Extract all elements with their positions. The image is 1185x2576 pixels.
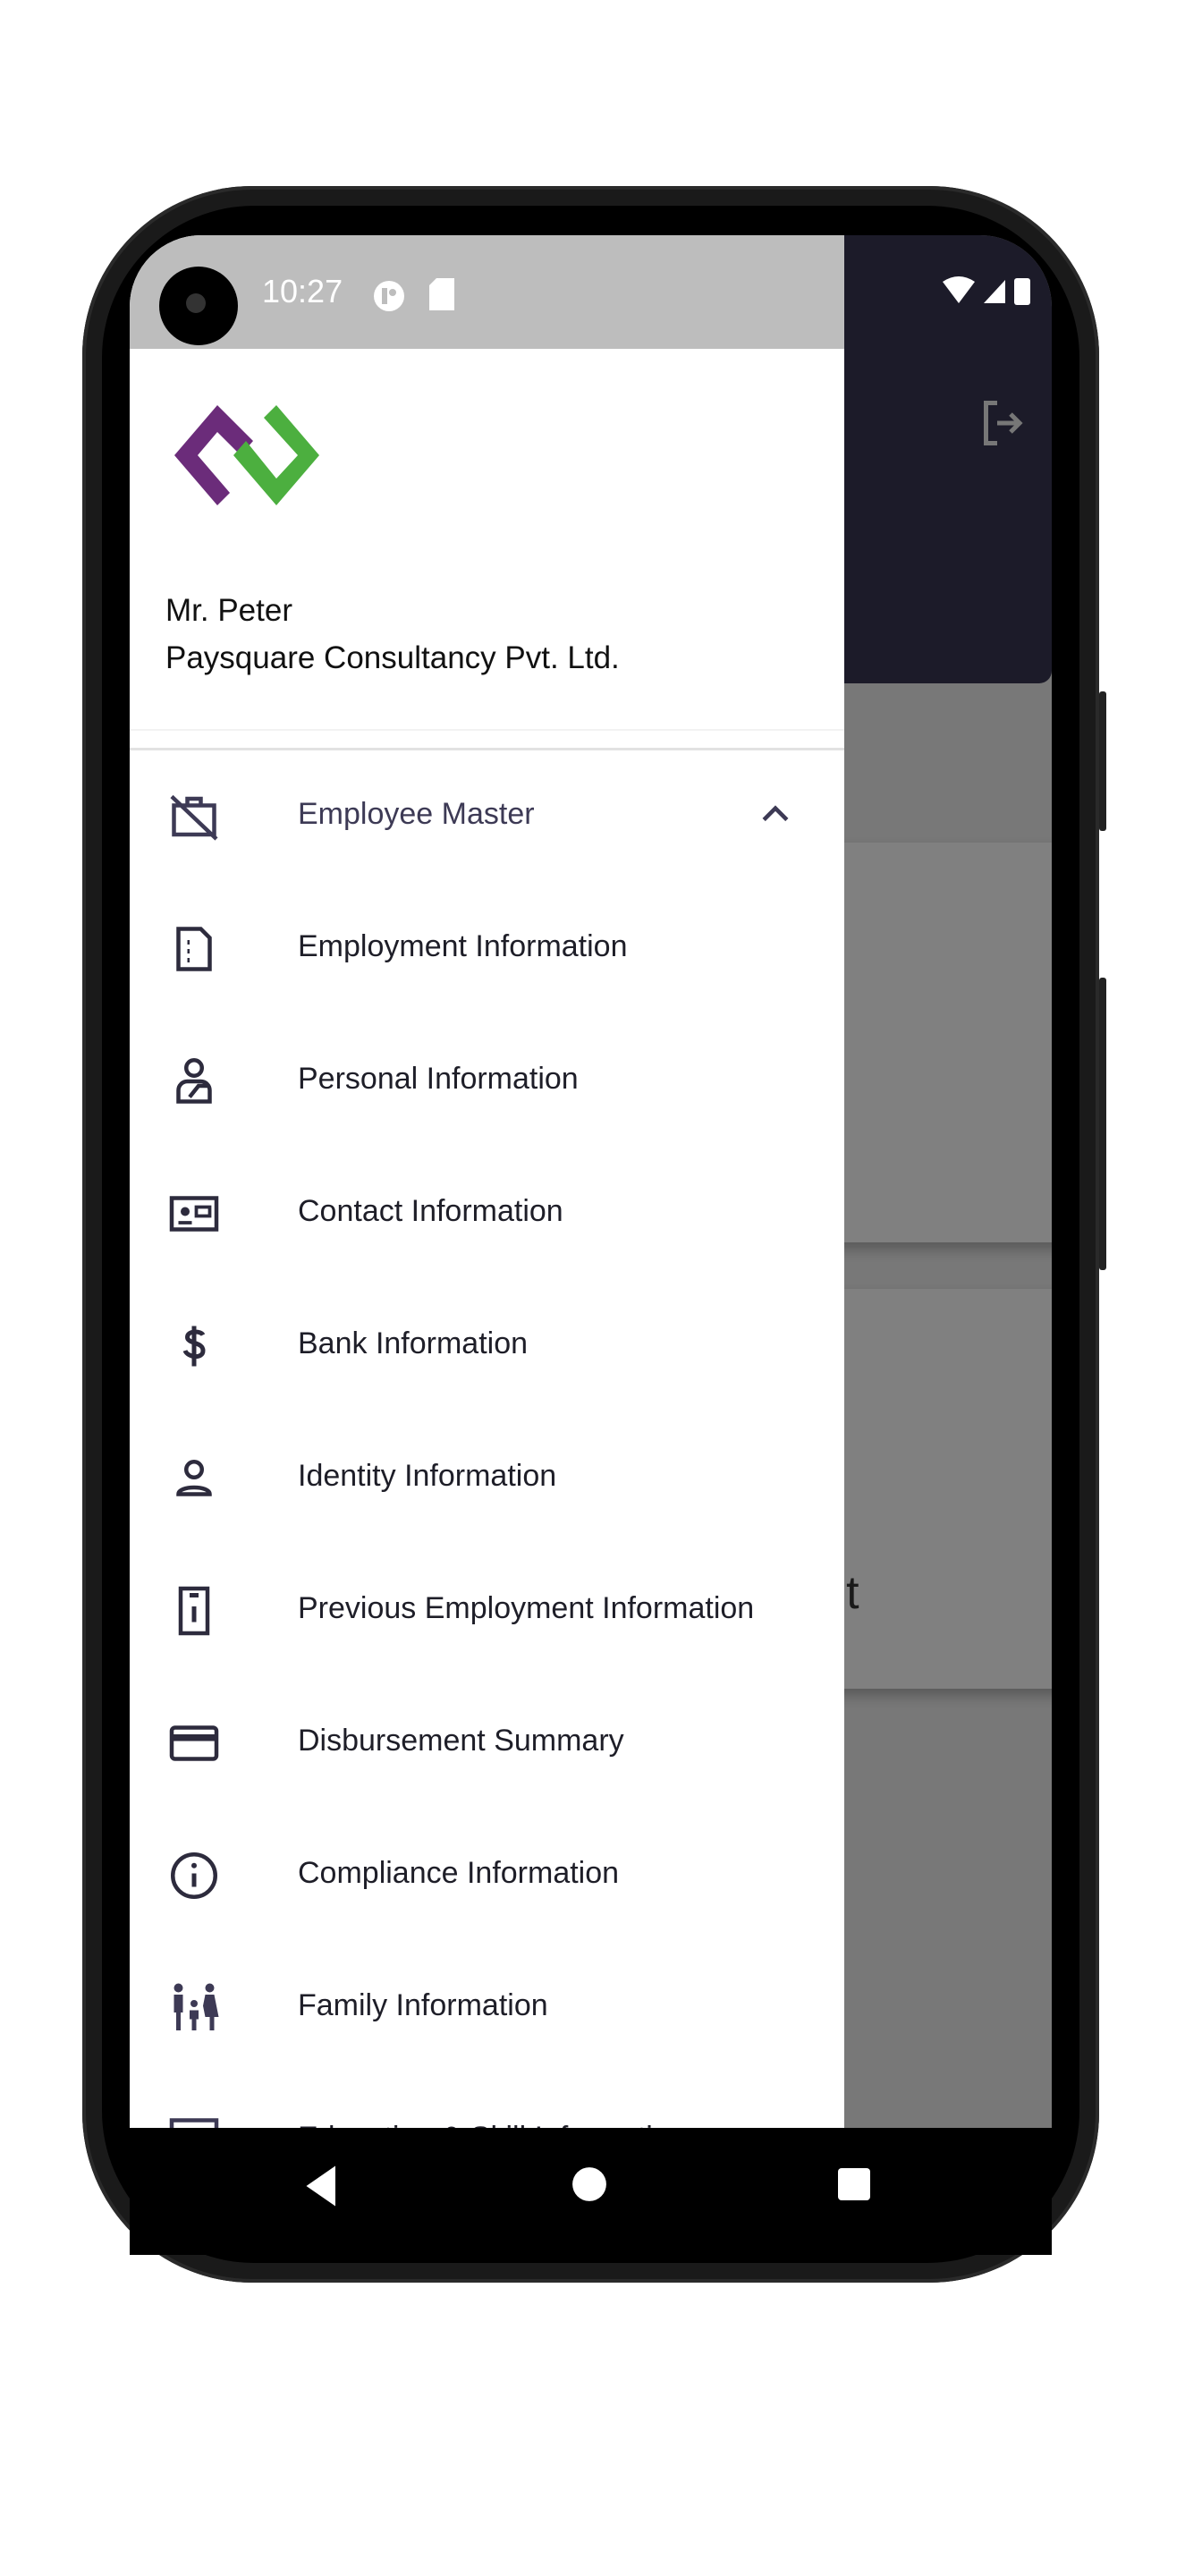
menu-item-previous-employment-information[interactable]: Previous Employment Information [130,1545,844,1677]
document-icon [176,927,212,971]
back-icon[interactable] [300,2164,344,2208]
menu-item-personal-information[interactable]: Personal Information [130,1015,844,1148]
menu-section-label: Employee Master [298,797,535,831]
contact-card-icon [169,1196,219,1232]
system-nav-bar [130,2128,1052,2255]
family-icon [174,1983,219,2030]
chevron-up-icon[interactable] [756,795,795,835]
menu-item-family-information[interactable]: Family Information [130,1942,844,2074]
navigation-drawer: 10:27 Mr. Peter Paysquare Consultancy Pv… [130,235,844,2255]
person-icon [176,1460,212,1496]
status-bar: 10:27 [130,235,844,349]
menu-item-label: Bank Information [298,1326,529,1360]
menu-item-disbursement-summary[interactable]: Disbursement Summary [130,1677,844,1809]
menu-item-label: Previous Employment Information [298,1591,755,1625]
credit-card-icon [169,1725,219,1761]
company-name: Paysquare Consultancy Pvt. Ltd. [165,640,620,675]
home-icon[interactable] [571,2165,608,2203]
menu-item-label: Personal Information [298,1062,579,1096]
menu-item-label: Identity Information [298,1459,557,1493]
divider [130,729,844,731]
recents-icon[interactable] [836,2166,872,2202]
logout-icon[interactable] [975,396,1028,450]
menu-section-employee-master[interactable]: Employee Master [130,750,844,883]
app-notification-icon [374,281,404,311]
info-circle-icon [171,1852,217,1899]
menu-item-label: Compliance Information [298,1856,620,1890]
menu-item-label: Employment Information [298,929,628,963]
dollar-icon [182,1326,206,1367]
badge-info-icon [178,1586,210,1636]
company-logo [174,405,319,505]
sd-card-icon [429,278,454,310]
menu-item-bank-information[interactable]: Bank Information [130,1280,844,1412]
menu-item-label: Contact Information [298,1194,563,1228]
power-button [1099,691,1106,831]
status-bar-right [844,235,1052,349]
menu-item-contact-information[interactable]: Contact Information [130,1148,844,1280]
menu-item-employment-information[interactable]: Employment Information [130,883,844,1015]
screen: ry ment 10:27 Mr. Peter Paysquare Consul… [130,235,1052,2255]
briefcase-off-icon [170,794,218,841]
person-laptop-icon [176,1058,212,1104]
camera-cutout [159,267,238,345]
wifi-icon [943,276,1030,305]
menu-item-label: Family Information [298,1988,548,2022]
volume-button [1099,978,1106,1270]
user-name: Mr. Peter [165,593,292,628]
menu-item-compliance-information[interactable]: Compliance Information [130,1809,844,1942]
status-time: 10:27 [262,273,343,309]
menu-item-identity-information[interactable]: Identity Information [130,1412,844,1545]
menu-item-label: Disbursement Summary [298,1724,624,1758]
